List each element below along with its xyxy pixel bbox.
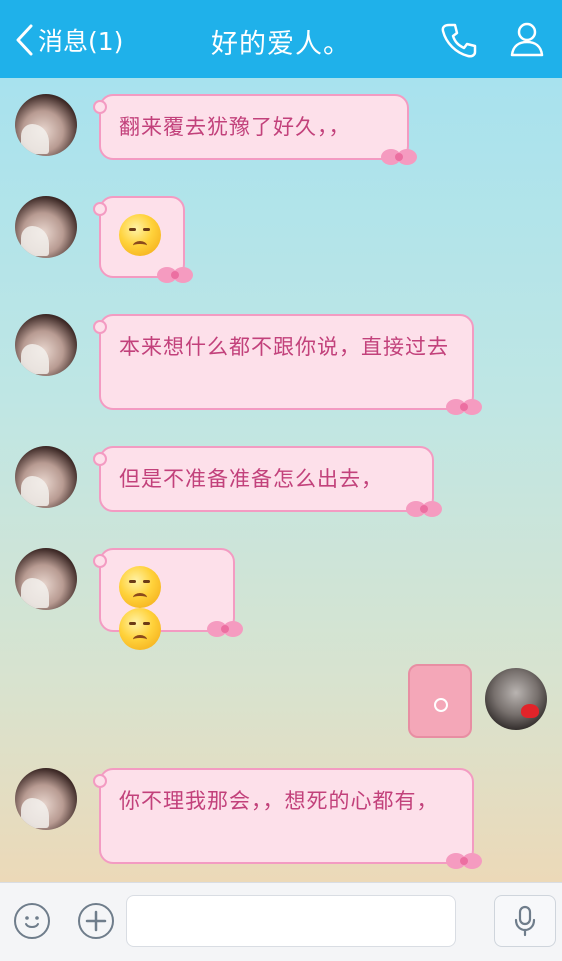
voice-button[interactable]: [494, 895, 556, 947]
kissing-face-icon: [119, 566, 161, 608]
message-bubble[interactable]: 但是不准备准备怎么出去，: [93, 446, 442, 517]
mic-icon: [514, 905, 536, 937]
phone-icon[interactable]: [440, 21, 478, 59]
message-bubble[interactable]: [93, 196, 193, 283]
avatar[interactable]: [15, 314, 77, 376]
bow-icon: [406, 501, 442, 517]
message-bubble[interactable]: 你不理我那会，，想死的心都有，: [93, 768, 482, 869]
message-text: 翻来覆去犹豫了好久，，: [119, 115, 351, 139]
avatar[interactable]: [15, 548, 77, 610]
bow-icon: [381, 149, 417, 165]
avatar-me[interactable]: [485, 668, 547, 730]
kissing-face-icon: [119, 608, 161, 650]
message-bubble[interactable]: 本来想什么都不跟你说，直接过去: [93, 314, 482, 415]
avatar[interactable]: [15, 446, 77, 508]
message-text: 你不理我那会，，想死的心都有，: [119, 789, 439, 813]
message-bubble[interactable]: [93, 548, 243, 650]
bow-icon: [446, 853, 482, 869]
worried-face-icon: [119, 214, 161, 256]
message-bubble[interactable]: 翻来覆去犹豫了好久，，: [93, 94, 417, 165]
bow-icon: [207, 621, 243, 637]
message-text: 本来想什么都不跟你说，直接过去: [119, 335, 449, 359]
plus-icon: [85, 910, 107, 932]
add-button[interactable]: [78, 903, 114, 939]
input-bar: [0, 882, 562, 961]
avatar[interactable]: [15, 196, 77, 258]
emoji-button[interactable]: [14, 903, 50, 939]
bow-icon: [446, 399, 482, 415]
message-text: 但是不准备准备怎么出去，: [119, 467, 383, 491]
sticker-dot: [434, 698, 448, 712]
title-bar: 消息(1) 好的爱人。: [0, 0, 562, 78]
bow-icon: [157, 267, 193, 283]
message-input[interactable]: [126, 895, 456, 947]
pink-rabbit-sticker[interactable]: [408, 664, 472, 738]
avatar[interactable]: [15, 768, 77, 830]
contact-icon[interactable]: [508, 20, 546, 58]
chat-area[interactable]: 翻来覆去犹豫了好久，， 本来想什么都不跟你说，直接过去 但是不准备准备怎么出去，…: [0, 78, 562, 882]
smiley-icon: [25, 916, 39, 928]
avatar[interactable]: [15, 94, 77, 156]
